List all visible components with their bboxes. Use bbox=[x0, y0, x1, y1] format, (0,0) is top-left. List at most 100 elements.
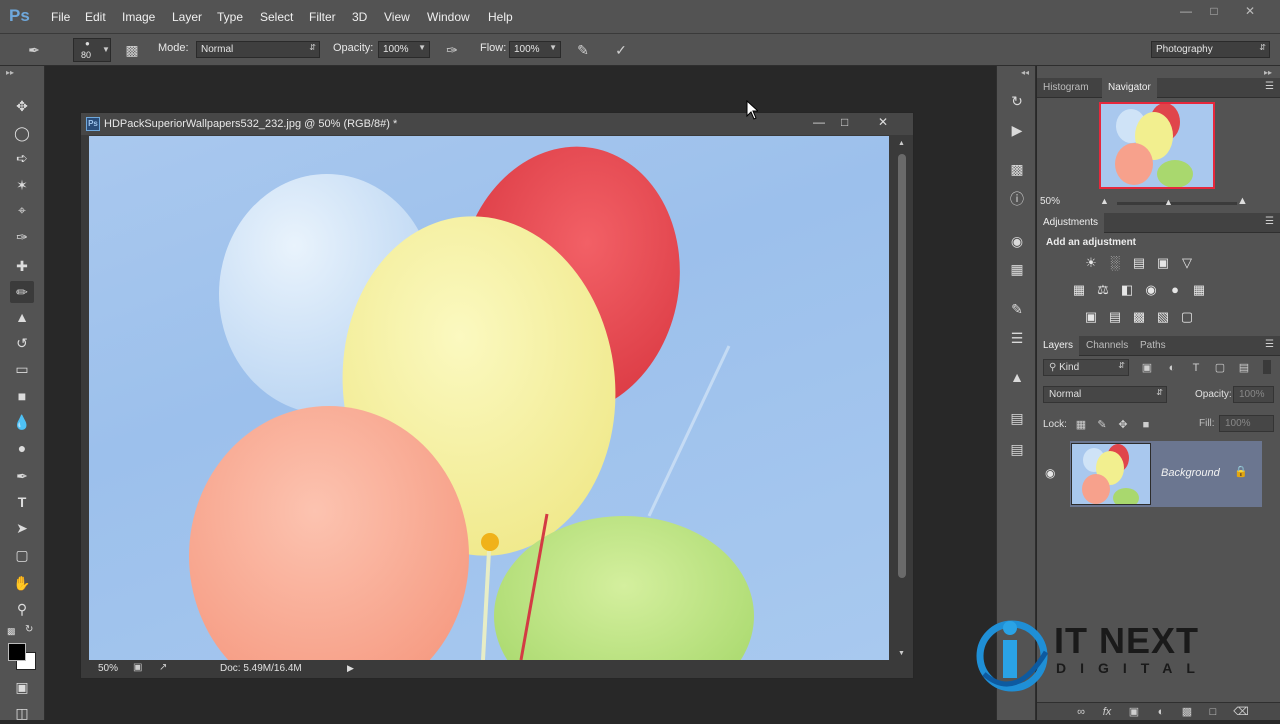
brightness-contrast-icon[interactable]: ☀ bbox=[1082, 254, 1100, 272]
curves-icon[interactable]: ▤ bbox=[1130, 254, 1148, 272]
channel-mixer-icon[interactable]: ● bbox=[1166, 281, 1184, 299]
delete-layer-icon[interactable]: ⌫ bbox=[1233, 704, 1249, 720]
menu-file[interactable]: File bbox=[51, 10, 70, 24]
foreground-color-swatch[interactable] bbox=[8, 643, 26, 661]
filter-pixel-icon[interactable]: ▣ bbox=[1139, 360, 1155, 376]
filter-type-icon[interactable]: T bbox=[1188, 360, 1204, 376]
gradient-tool-icon[interactable]: ■ bbox=[10, 385, 34, 407]
exposure-icon[interactable]: ▣ bbox=[1154, 254, 1172, 272]
tab-channels[interactable]: Channels bbox=[1080, 336, 1134, 356]
hand-tool-icon[interactable]: ✋ bbox=[10, 572, 34, 594]
photo-filter-icon[interactable]: ◉ bbox=[1142, 281, 1160, 299]
hue-saturation-icon[interactable]: ▦ bbox=[1070, 281, 1088, 299]
invert-icon[interactable]: ▣ bbox=[1082, 308, 1100, 326]
zoom-slider-thumb[interactable]: ▲ bbox=[1164, 197, 1173, 207]
eraser-tool-icon[interactable]: ▭ bbox=[10, 358, 34, 380]
navigator-preview[interactable] bbox=[1099, 102, 1215, 189]
brush-tool-icon[interactable]: ✏ bbox=[10, 281, 34, 303]
move-tool-icon[interactable]: ✥ bbox=[10, 95, 34, 117]
panel-menu-icon[interactable]: ☰ bbox=[1265, 81, 1274, 92]
add-mask-icon[interactable]: ▣ bbox=[1126, 704, 1142, 720]
dodge-tool-icon[interactable]: ● bbox=[10, 437, 34, 459]
info-icon[interactable]: ⓘ bbox=[1005, 188, 1029, 210]
posterize-icon[interactable]: ▤ bbox=[1106, 308, 1124, 326]
brush-panel-icon[interactable]: ▩ bbox=[122, 40, 142, 60]
scroll-up-icon[interactable]: ▲ bbox=[898, 140, 905, 147]
black-white-icon[interactable]: ◧ bbox=[1118, 281, 1136, 299]
menu-3d[interactable]: 3D bbox=[352, 10, 367, 24]
screen-mode-icon[interactable]: ◫ bbox=[10, 702, 34, 724]
menu-image[interactable]: Image bbox=[122, 10, 155, 24]
default-colors-icon[interactable]: ▩ bbox=[7, 626, 16, 637]
selective-color-icon[interactable]: ▧ bbox=[1154, 308, 1172, 326]
zoom-out-icon[interactable]: ▲ bbox=[1100, 196, 1109, 206]
layer-name[interactable]: Background bbox=[1161, 467, 1220, 479]
quick-mask-icon[interactable]: ▣ bbox=[10, 676, 34, 698]
lock-transparent-icon[interactable]: ▦ bbox=[1073, 417, 1089, 433]
swap-colors-icon[interactable]: ↻ bbox=[25, 624, 33, 635]
tool-presets-icon[interactable]: ☰ bbox=[1005, 327, 1029, 349]
tab-histogram[interactable]: Histogram bbox=[1037, 78, 1095, 98]
menu-select[interactable]: Select bbox=[260, 10, 293, 24]
new-layer-icon[interactable]: □ bbox=[1205, 704, 1221, 720]
crop-tool-icon[interactable]: ⌖ bbox=[10, 199, 34, 221]
menu-window[interactable]: Window bbox=[427, 10, 470, 24]
layer-row-background[interactable]: ◉ Background 🔒 bbox=[1037, 440, 1280, 508]
menu-type[interactable]: Type bbox=[217, 10, 243, 24]
pen-tool-icon[interactable]: ✒ bbox=[10, 465, 34, 487]
collapse-panels-icon[interactable]: ▸▸ bbox=[1264, 68, 1272, 77]
brush-size-picker[interactable]: ● 80 ▼ bbox=[73, 38, 111, 62]
zoom-level[interactable]: 50% bbox=[98, 663, 118, 674]
zoom-in-icon[interactable]: ▲ bbox=[1237, 195, 1248, 207]
actions-play-icon[interactable]: ▶ bbox=[1005, 119, 1029, 141]
threshold-icon[interactable]: ▩ bbox=[1130, 308, 1148, 326]
share-icon[interactable]: ↗ bbox=[159, 662, 167, 673]
panel-menu-icon[interactable]: ☰ bbox=[1265, 339, 1274, 350]
workspace-select[interactable]: Photography ⇵ bbox=[1151, 41, 1270, 58]
mode-select[interactable]: Normal ⇵ bbox=[196, 41, 320, 58]
character-icon[interactable]: ▤ bbox=[1005, 438, 1029, 460]
expand-panels-icon[interactable]: ◂◂ bbox=[1021, 68, 1029, 77]
lock-all-icon[interactable]: ■ bbox=[1138, 417, 1154, 433]
new-adjustment-layer-icon[interactable]: ◐ bbox=[1153, 704, 1169, 720]
vertical-scrollbar[interactable]: ▲ ▼ bbox=[896, 138, 908, 662]
blend-mode-select[interactable]: Normal ⇵ bbox=[1043, 386, 1167, 403]
healing-brush-tool-icon[interactable]: ✚ bbox=[10, 255, 34, 277]
airbrush-icon[interactable]: ✎ bbox=[573, 40, 593, 60]
rectangle-tool-icon[interactable]: ▢ bbox=[10, 544, 34, 566]
tab-navigator[interactable]: Navigator bbox=[1102, 78, 1157, 98]
tab-adjustments[interactable]: Adjustments bbox=[1037, 213, 1105, 233]
3d-icon[interactable]: ▩ bbox=[1005, 158, 1029, 180]
filter-toggle[interactable] bbox=[1263, 360, 1271, 374]
new-group-icon[interactable]: ▩ bbox=[1179, 704, 1195, 720]
visibility-eye-icon[interactable]: ◉ bbox=[1045, 466, 1055, 480]
lock-position-icon[interactable]: ✥ bbox=[1115, 417, 1131, 433]
eyedropper-tool-icon[interactable]: ✑ bbox=[10, 226, 34, 248]
collapse-icon[interactable]: ▸▸ bbox=[6, 68, 14, 77]
tab-paths[interactable]: Paths bbox=[1134, 336, 1172, 356]
layer-opacity-input[interactable]: 100% bbox=[1233, 386, 1274, 403]
pressure-opacity-icon[interactable]: ✑ bbox=[442, 40, 462, 60]
zoom-tool-icon[interactable]: ⚲ bbox=[10, 598, 34, 620]
lock-image-icon[interactable]: ✎ bbox=[1094, 417, 1110, 433]
status-menu-icon[interactable]: ▶ bbox=[347, 663, 354, 674]
brush-presets-icon[interactable]: ✎ bbox=[1005, 298, 1029, 320]
filter-smart-object-icon[interactable]: ▤ bbox=[1236, 360, 1252, 376]
layer-filter-select[interactable]: ⚲ Kind ⇵ bbox=[1043, 359, 1129, 376]
filter-shape-icon[interactable]: ▢ bbox=[1212, 360, 1228, 376]
color-balance-icon[interactable]: ⚖ bbox=[1094, 281, 1112, 299]
opacity-input[interactable]: 100% ▼ bbox=[378, 41, 430, 58]
doc-minimize-icon[interactable]: — bbox=[813, 115, 825, 129]
clone-source-icon[interactable]: ▲ bbox=[1005, 366, 1029, 388]
menu-filter[interactable]: Filter bbox=[309, 10, 336, 24]
lasso-tool-icon[interactable]: ➪ bbox=[10, 147, 34, 169]
grid-icon[interactable]: ▦ bbox=[1005, 258, 1029, 280]
status-icon[interactable]: ▣ bbox=[133, 662, 142, 673]
app-close-icon[interactable]: ✕ bbox=[1240, 4, 1260, 18]
type-tool-icon[interactable]: T bbox=[10, 491, 34, 513]
levels-icon[interactable]: ░ bbox=[1106, 254, 1124, 272]
navigator-zoom[interactable]: 50% bbox=[1040, 196, 1060, 207]
gradient-map-icon[interactable]: ▢ bbox=[1178, 308, 1196, 326]
magic-wand-tool-icon[interactable]: ✶ bbox=[10, 174, 34, 196]
app-maximize-icon[interactable]: □ bbox=[1204, 4, 1224, 18]
